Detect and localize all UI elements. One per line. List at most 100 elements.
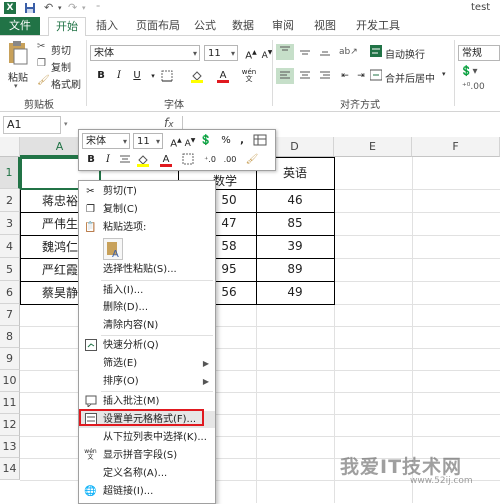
currency-icon[interactable]: 💲: [197, 133, 215, 149]
tab-home[interactable]: 开始: [48, 17, 86, 37]
align-top-icon[interactable]: [276, 44, 294, 60]
row-header[interactable]: 8: [0, 326, 20, 348]
row-header[interactable]: 3: [0, 212, 20, 235]
select-all-corner[interactable]: [0, 137, 20, 157]
paste-icon[interactable]: [6, 40, 30, 66]
font-name-combo[interactable]: 宋体 ▾: [90, 45, 200, 61]
paste-button[interactable]: 粘贴: [8, 69, 28, 84]
menu-item-insert-comment[interactable]: 插入批注(M): [79, 393, 215, 410]
format-table-icon[interactable]: [251, 133, 269, 149]
row-header[interactable]: 10: [0, 370, 20, 392]
align-bottom-icon[interactable]: [316, 44, 334, 60]
cell-d4[interactable]: 39: [256, 239, 334, 253]
cell-d3[interactable]: 85: [256, 216, 334, 230]
merge-center-button[interactable]: 合并后居中: [385, 70, 435, 85]
font-color-icon[interactable]: A: [157, 152, 175, 168]
align-middle-icon[interactable]: [296, 44, 314, 60]
menu-item-paste-special[interactable]: 选择性粘贴(S)...: [79, 261, 215, 278]
mini-size-combo[interactable]: 11 ▾: [133, 133, 163, 149]
fill-color-icon[interactable]: [188, 68, 206, 84]
undo-icon[interactable]: ↶: [44, 2, 56, 14]
menu-item-sort[interactable]: 排序(O) ▶: [79, 373, 215, 390]
paste-dropdown-icon[interactable]: ▾: [14, 82, 18, 90]
mini-bold-button[interactable]: B: [82, 152, 100, 168]
customize-qat-icon[interactable]: ⁼: [96, 2, 108, 14]
row-header[interactable]: 9: [0, 348, 20, 370]
comma-button[interactable]: ,: [233, 133, 251, 149]
redo-dropdown-icon[interactable]: ▾: [82, 2, 94, 14]
cell-c3[interactable]: 47: [214, 216, 244, 230]
font-size-combo[interactable]: 11 ▾: [204, 45, 238, 61]
tab-page-layout[interactable]: 页面布局: [130, 17, 186, 35]
wrap-text-button[interactable]: 自动换行: [385, 46, 425, 61]
fill-color-icon[interactable]: [134, 152, 152, 168]
fx-icon[interactable]: fx: [164, 116, 174, 130]
save-icon[interactable]: [24, 2, 36, 14]
increase-decimal-icon[interactable]: ⁺.0: [201, 152, 219, 168]
cell-c6[interactable]: 56: [214, 285, 244, 299]
menu-item-clear[interactable]: 清除内容(N): [79, 317, 215, 334]
row-header[interactable]: 13: [0, 436, 20, 458]
menu-item-cut[interactable]: ✂ 剪切(T): [79, 183, 215, 200]
borders-icon[interactable]: [179, 152, 197, 168]
tab-insert[interactable]: 插入: [92, 17, 122, 35]
phonetic-icon[interactable]: wén 文: [240, 68, 258, 84]
tab-view[interactable]: 视图: [310, 17, 340, 35]
row-header[interactable]: 7: [0, 304, 20, 326]
center-align-icon[interactable]: [116, 152, 134, 168]
row-header[interactable]: 1: [0, 157, 20, 189]
align-left-icon[interactable]: [276, 68, 294, 84]
menu-item-quick-analysis[interactable]: 快速分析(Q): [79, 337, 215, 354]
copy-button[interactable]: 复制: [51, 59, 71, 74]
align-right-icon[interactable]: [316, 68, 334, 84]
number-format-combo[interactable]: 常规: [458, 45, 500, 61]
tab-formulas[interactable]: 公式: [190, 17, 220, 35]
menu-item-hyperlink[interactable]: 🌐 超链接(I)...: [79, 483, 215, 500]
row-header[interactable]: 11: [0, 392, 20, 414]
menu-item-copy[interactable]: ❐ 复制(C): [79, 201, 215, 218]
italic-button[interactable]: I: [110, 68, 128, 84]
format-painter-icon[interactable]: 🖌: [243, 152, 261, 168]
row-header[interactable]: 6: [0, 281, 20, 304]
decrease-decimal-icon[interactable]: .00: [221, 152, 239, 168]
increase-indent-icon[interactable]: ⇥: [352, 68, 370, 84]
menu-item-phonetic[interactable]: wén 文 显示拼音字段(S): [79, 447, 215, 464]
name-box[interactable]: A1: [3, 116, 61, 134]
menu-item-delete[interactable]: 删除(D)...: [79, 299, 215, 316]
menu-item-define-name[interactable]: 定义名称(A)...: [79, 465, 215, 482]
column-header-f[interactable]: F: [412, 137, 500, 157]
mini-italic-button[interactable]: I: [99, 152, 117, 168]
tab-developer[interactable]: 开发工具: [350, 17, 406, 35]
increase-decimal-icon[interactable]: ⁺⁰.00: [462, 82, 485, 92]
menu-item-filter[interactable]: 筛选(E) ▶: [79, 355, 215, 372]
cell-c4[interactable]: 58: [214, 239, 244, 253]
orientation-icon[interactable]: ab↗: [338, 44, 358, 60]
menu-item-insert[interactable]: 插入(I)...: [79, 282, 215, 299]
font-color-icon[interactable]: A: [214, 68, 232, 84]
name-box-dropdown-icon[interactable]: ▾: [64, 120, 68, 128]
currency-icon[interactable]: 💲▾: [460, 66, 477, 77]
format-painter-button[interactable]: 格式刷: [51, 76, 81, 91]
row-header[interactable]: 14: [0, 458, 20, 480]
cell-c2[interactable]: 50: [214, 193, 244, 207]
menu-item-pick-from-list[interactable]: 从下拉列表中选择(K)...: [79, 429, 215, 446]
cell-d2[interactable]: 46: [256, 193, 334, 207]
tab-file[interactable]: 文件: [0, 17, 40, 35]
row-header[interactable]: 12: [0, 414, 20, 436]
cell-c5[interactable]: 95: [214, 262, 244, 276]
mini-font-combo[interactable]: 宋体 ▾: [82, 133, 130, 149]
bold-button[interactable]: B: [92, 68, 110, 84]
align-center-icon[interactable]: [296, 68, 314, 84]
redo-icon[interactable]: ↷: [68, 2, 80, 14]
cell-d5[interactable]: 89: [256, 262, 334, 276]
row-header[interactable]: 2: [0, 189, 20, 212]
merge-dropdown-icon[interactable]: ▾: [442, 70, 446, 78]
row-header[interactable]: 4: [0, 235, 20, 258]
worksheet-grid[interactable]: A B C D E F 1 2 3 4 5 6 7 8 9 10 11 12 1…: [0, 137, 500, 503]
cut-button[interactable]: 剪切: [51, 42, 71, 57]
column-header-e[interactable]: E: [334, 137, 412, 157]
cell-d6[interactable]: 49: [256, 285, 334, 299]
tab-review[interactable]: 审阅: [268, 17, 298, 35]
row-header[interactable]: 5: [0, 258, 20, 281]
tab-data[interactable]: 数据: [228, 17, 258, 35]
